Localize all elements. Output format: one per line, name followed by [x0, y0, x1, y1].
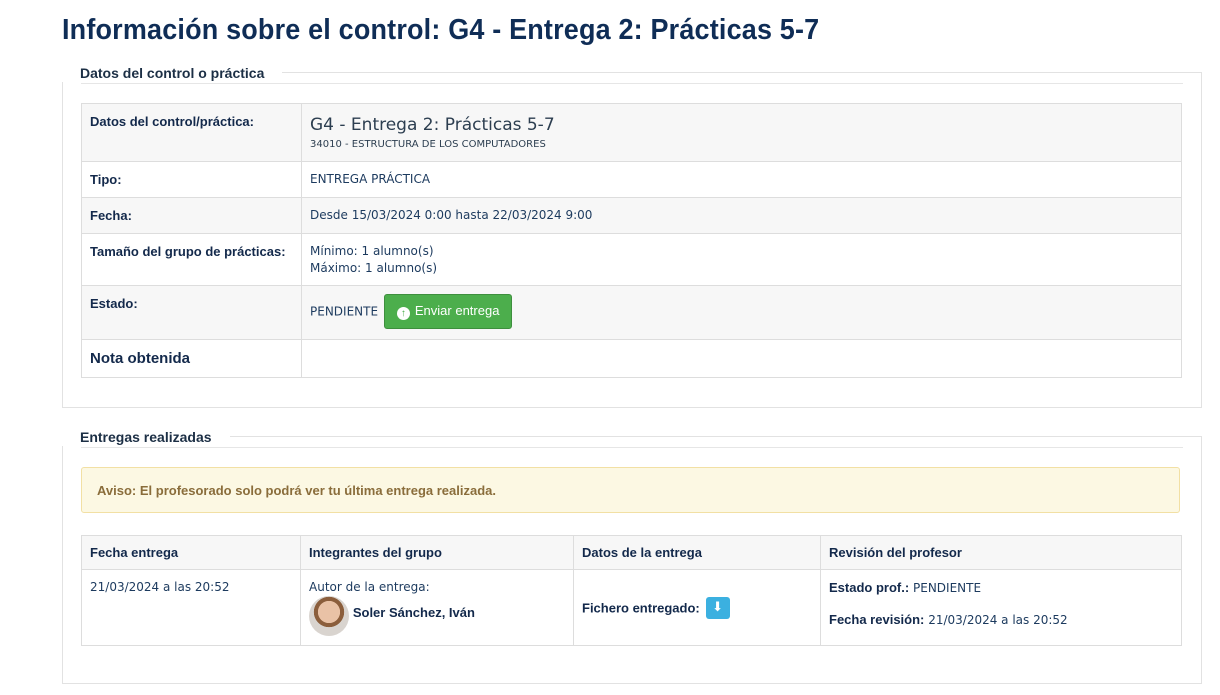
- row-tipo: Tipo: ENTREGA PRÁCTICA: [81, 161, 1182, 198]
- download-button[interactable]: ⬇: [705, 596, 730, 619]
- delivery-review: Estado prof.: PENDIENTE Fecha revisión: …: [820, 569, 1182, 646]
- review-status-value: PENDIENTE: [913, 581, 982, 595]
- send-delivery-button[interactable]: ↑ Enviar entrega: [383, 294, 513, 329]
- control-info-legend: Datos del control o práctica: [62, 64, 283, 82]
- delivery-members: Autor de la entrega: Soler Sánchez, Iván: [300, 569, 574, 646]
- tipo-label: Tipo:: [81, 161, 302, 198]
- deliveries-section: Entregas realizadas Aviso: El profesorad…: [62, 428, 1202, 684]
- legend-divider: [81, 83, 1183, 84]
- author-name: Soler Sánchez, Iván: [352, 604, 475, 620]
- author-block: Soler Sánchez, Iván: [309, 596, 565, 636]
- review-status: Estado prof.: PENDIENTE: [829, 580, 1173, 595]
- fecha-label: Fecha:: [81, 197, 302, 234]
- tipo-value: ENTREGA PRÁCTICA: [301, 161, 1182, 198]
- warning-alert: Aviso: El profesorado solo podrá ver tu …: [81, 467, 1180, 513]
- subject-name: 34010 - ESTRUCTURA DE LOS COMPUTADORES: [310, 139, 546, 150]
- send-delivery-label: Enviar entrega: [414, 303, 500, 318]
- review-date-label: Fecha revisión:: [829, 612, 925, 627]
- control-title: G4 - Entrega 2: Prácticas 5-7: [310, 115, 555, 135]
- col-integrantes: Integrantes del grupo: [300, 535, 574, 570]
- row-estado: Estado: PENDIENTE ↑ Enviar entrega: [81, 285, 1182, 340]
- delivery-date: 21/03/2024 a las 20:52: [81, 569, 301, 646]
- datos-value: G4 - Entrega 2: Prácticas 5-7 34010 - ES…: [301, 103, 1182, 162]
- nota-value: [301, 339, 1182, 378]
- grupo-label: Tamaño del grupo de prácticas:: [81, 233, 302, 286]
- col-datos-entrega: Datos de la entrega: [573, 535, 821, 570]
- review-status-label: Estado prof.:: [829, 580, 910, 595]
- estado-text: PENDIENTE: [310, 304, 379, 319]
- table-header: Fecha entrega Integrantes del grupo Dato…: [81, 535, 1182, 570]
- legend-divider: [81, 447, 1183, 448]
- file-label: Fichero entregado:: [582, 600, 700, 615]
- row-fecha: Fecha: Desde 15/03/2024 0:00 hasta 22/03…: [81, 197, 1182, 234]
- control-info-section: Datos del control o práctica Datos del c…: [62, 64, 1202, 408]
- nota-label: Nota obtenida: [81, 339, 302, 378]
- grupo-min: Mínimo: 1 alumno(s): [310, 244, 434, 258]
- avatar: [309, 596, 349, 636]
- row-nota: Nota obtenida: [81, 339, 1182, 378]
- row-grupo: Tamaño del grupo de prácticas: Mínimo: 1…: [81, 233, 1182, 286]
- grupo-value: Mínimo: 1 alumno(s) Máximo: 1 alumno(s): [301, 233, 1182, 286]
- deliveries-legend: Entregas realizadas: [62, 428, 230, 446]
- deliveries-table: Fecha entrega Integrantes del grupo Dato…: [81, 535, 1182, 646]
- col-revision: Revisión del profesor: [820, 535, 1182, 570]
- datos-label: Datos del control/práctica:: [81, 103, 302, 162]
- control-info-table: Datos del control/práctica: G4 - Entrega…: [81, 103, 1182, 378]
- author-label: Autor de la entrega:: [309, 580, 430, 594]
- page-title: Información sobre el control: G4 - Entre…: [62, 14, 820, 46]
- estado-value: PENDIENTE ↑ Enviar entrega: [301, 285, 1182, 340]
- grupo-max: Máximo: 1 alumno(s): [310, 261, 438, 275]
- col-fecha-entrega: Fecha entrega: [81, 535, 301, 570]
- review-date-value: 21/03/2024 a las 20:52: [928, 613, 1068, 627]
- review-date: Fecha revisión: 21/03/2024 a las 20:52: [829, 612, 1173, 627]
- fecha-value: Desde 15/03/2024 0:00 hasta 22/03/2024 9…: [301, 197, 1182, 234]
- arrow-up-circle-icon: ↑: [396, 307, 410, 320]
- row-datos: Datos del control/práctica: G4 - Entrega…: [81, 103, 1182, 162]
- table-row: 21/03/2024 a las 20:52 Autor de la entre…: [81, 569, 1182, 646]
- estado-label: Estado:: [81, 285, 302, 340]
- delivery-file: Fichero entregado: ⬇: [573, 569, 821, 646]
- download-icon: ⬇: [712, 599, 724, 615]
